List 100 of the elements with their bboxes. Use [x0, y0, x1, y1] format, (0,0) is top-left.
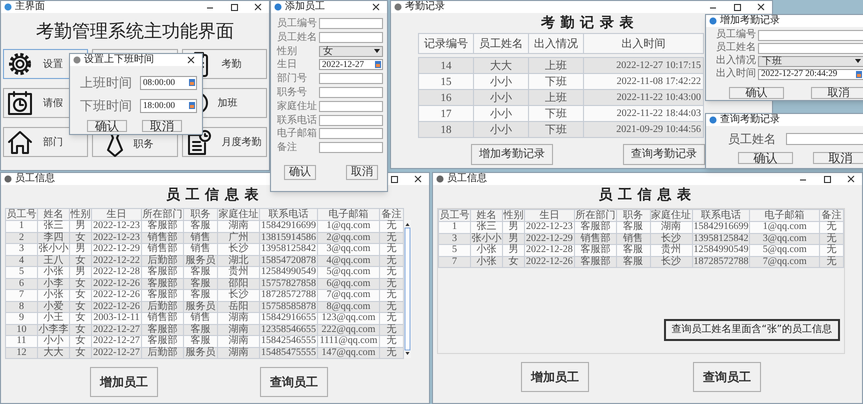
table-cell: 2022-12-27 10:17:15 [584, 58, 704, 74]
table-cell: 服务员 [184, 347, 218, 358]
select-field[interactable]: 下班 [758, 56, 863, 66]
input-field[interactable] [319, 32, 383, 43]
table-cell: 12 [6, 347, 38, 358]
close-icon[interactable] [413, 175, 423, 183]
table-cell: 1 [6, 220, 38, 232]
table-cell: 张三 [38, 220, 70, 232]
column-header: 所在部门 [142, 208, 184, 220]
date-field[interactable]: 2022-12-27 20:44:29 [758, 68, 863, 80]
table-cell: 小小 [38, 336, 70, 347]
table-cell: 张三 [470, 222, 502, 233]
table-cell: 客服 [616, 244, 650, 256]
button[interactable]: 取消 [811, 87, 863, 99]
window-icon [4, 175, 12, 183]
table-cell: 2021-09-29 10:44:56 [584, 122, 704, 138]
table-cell: 客服 [184, 266, 218, 278]
window-title: 添加员工 [285, 1, 325, 13]
table-cell: 张小小 [38, 244, 70, 255]
table-cell: 销售部 [142, 244, 184, 255]
table-cell: 客服部 [574, 256, 616, 268]
window-title: 考勤记录 [405, 1, 445, 13]
calendar-icon [375, 61, 381, 68]
menu-button[interactable]: 月度考勤 [182, 127, 267, 157]
table-cell: 7@qq.com [750, 256, 820, 268]
input-field[interactable] [319, 128, 383, 140]
button[interactable]: 确认 [729, 87, 784, 99]
table-cell: 客服部 [574, 244, 616, 256]
input-field[interactable] [319, 86, 383, 98]
table-cell: 贵州 [218, 266, 260, 278]
window-icon [73, 56, 81, 64]
window-icon [4, 3, 12, 11]
close-icon[interactable] [371, 3, 381, 11]
table-cell: 女 [70, 312, 92, 324]
menu-button[interactable]: 部门 [3, 127, 88, 157]
heading: 考勤记录表 [541, 16, 639, 32]
input-field[interactable] [319, 142, 383, 154]
table-cell: 15842916655 [260, 312, 318, 324]
table-cell: 2022-12-27 [92, 347, 142, 358]
table-cell: 小张 [470, 256, 502, 268]
table-cell: 客服 [616, 256, 650, 268]
table-cell: 客服部 [142, 220, 184, 232]
close-icon[interactable] [253, 3, 263, 11]
table-cell: 15485475555 [260, 347, 318, 358]
table-cell: 客服部 [142, 336, 184, 347]
window-icon [394, 3, 402, 11]
gear-icon [7, 51, 33, 77]
table-cell: 小张 [470, 244, 502, 256]
table-cell: 后勤部 [142, 347, 184, 358]
input-field[interactable] [758, 30, 863, 40]
table-cell: 销售部 [142, 312, 184, 324]
maximize-icon[interactable] [822, 175, 832, 183]
field-label: 联系电话 [276, 114, 318, 126]
button[interactable]: 取消 [813, 152, 863, 164]
table-cell: 长沙 [218, 244, 260, 255]
column-header: 出入情况 [528, 34, 584, 54]
button[interactable]: 确认 [284, 165, 316, 180]
table-cell: 7 [6, 290, 38, 301]
close-icon[interactable] [186, 56, 196, 64]
maximize-icon[interactable] [732, 3, 742, 11]
table-cell: 男 [70, 244, 92, 255]
field-label: 生日 [276, 59, 298, 70]
table-cell: 湖南 [650, 222, 692, 233]
select-field[interactable]: 女 [319, 46, 383, 57]
maximize-icon[interactable] [389, 175, 399, 183]
table-cell: 7@qq.com [318, 290, 380, 301]
table-cell: 147@qq.com [318, 347, 380, 358]
close-icon[interactable] [756, 3, 766, 11]
button[interactable]: 确认 [738, 152, 793, 164]
date-field[interactable]: 18:00:00 [140, 98, 197, 112]
heading: 考勤管理系统主功能界面 [36, 21, 234, 41]
table-cell: 14 [418, 58, 474, 74]
button[interactable]: 查询员工 [260, 367, 328, 397]
close-icon[interactable] [846, 175, 856, 183]
button[interactable]: 取消 [142, 120, 182, 132]
window-icon [709, 116, 717, 124]
table-cell: 5 [438, 244, 470, 256]
input-field[interactable] [319, 73, 383, 84]
button[interactable]: 增加员工 [521, 362, 589, 392]
button[interactable]: 增加考勤记录 [471, 144, 553, 165]
input-field[interactable] [786, 133, 863, 145]
input-field[interactable] [319, 100, 383, 112]
input-field[interactable] [758, 42, 863, 54]
button[interactable]: 查询考勤记录 [623, 144, 705, 165]
table-cell: 15842916699 [260, 220, 318, 232]
button[interactable]: 确认 [87, 120, 127, 132]
date-field[interactable]: 08:00:00 [140, 76, 197, 90]
table-cell: 客服 [184, 336, 218, 347]
button[interactable]: 查询员工 [693, 362, 761, 392]
input-field[interactable] [319, 18, 383, 29]
maximize-icon[interactable] [229, 3, 239, 11]
input-field[interactable] [319, 114, 383, 126]
caret-icon [855, 59, 861, 63]
field-label: 员工姓名 [715, 42, 757, 54]
table-cell: 1111@qq.com [318, 336, 380, 347]
button[interactable]: 取消 [346, 165, 378, 180]
table-cell: 18728572788 [260, 290, 318, 301]
field-label: 家庭住址 [276, 100, 318, 112]
date-field[interactable]: 2022-12-27 [319, 59, 383, 70]
button[interactable]: 增加员工 [90, 367, 158, 397]
